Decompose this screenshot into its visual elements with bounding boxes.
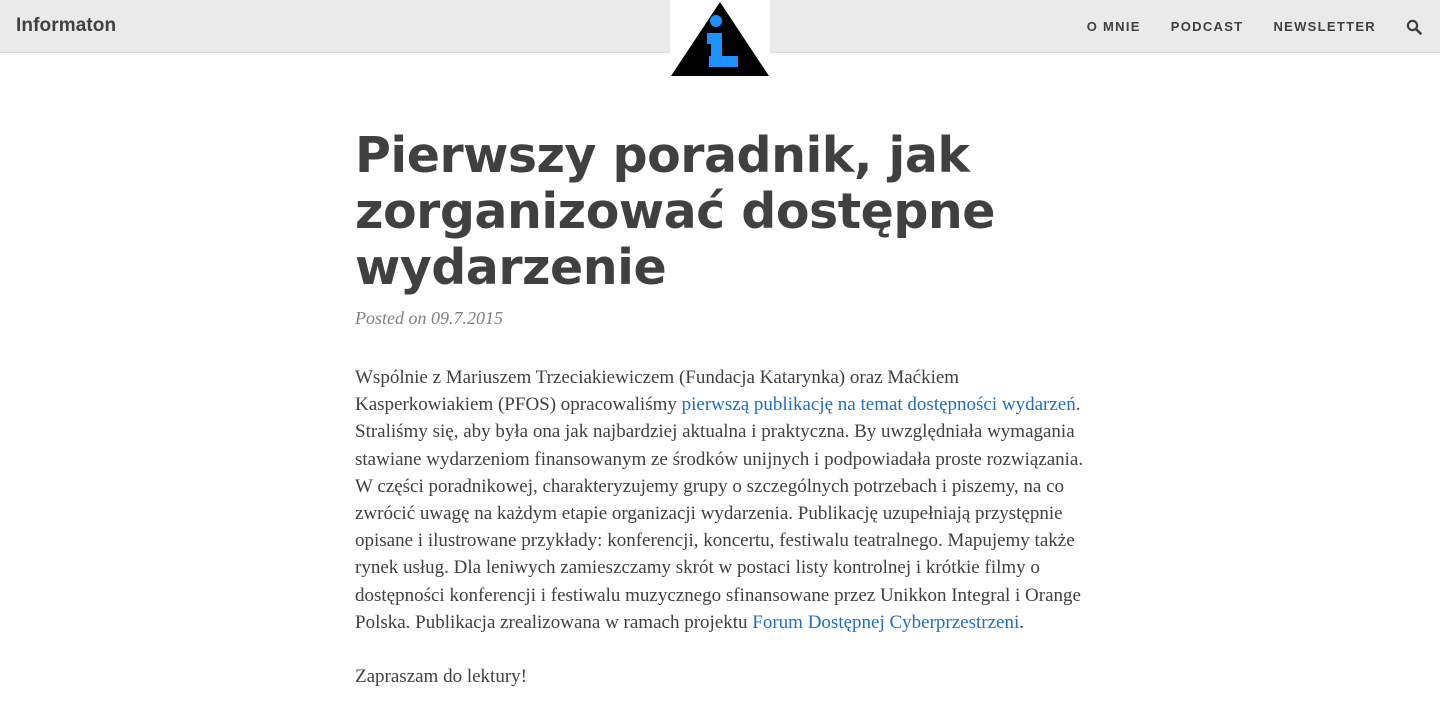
post-article: Pierwszy poradnik, jak zorganizować dost… — [355, 128, 1085, 717]
post-paragraph: Wspólnie z Mariuszem Trzeciakiewiczem (F… — [355, 364, 1085, 636]
post-body: Wspólnie z Mariuszem Trzeciakiewiczem (F… — [355, 364, 1085, 690]
publication-link[interactable]: pierwszą publikację na temat dostępności… — [682, 394, 1076, 415]
paragraph-text: . — [1019, 611, 1025, 633]
brand-link[interactable]: Informaton — [16, 15, 116, 37]
nav-link-o-mnie[interactable]: O MNIE — [1087, 19, 1141, 34]
site-logo[interactable] — [670, 0, 770, 78]
forum-link[interactable]: Forum Dostępnej Cyberprzestrzeni — [752, 612, 1019, 633]
post-title: Pierwszy poradnik, jak zorganizować dost… — [355, 127, 996, 296]
search-icon[interactable] — [1406, 19, 1422, 35]
post-date: Posted on 09.7.2015 — [355, 308, 503, 328]
nav-links: O MNIE PODCAST NEWSLETTER — [1087, 0, 1422, 53]
post-paragraph: Zapraszam do lektury! — [355, 666, 527, 688]
nav-link-podcast[interactable]: PODCAST — [1171, 19, 1244, 34]
info-triangle-logo — [671, 2, 769, 76]
nav-link-newsletter[interactable]: NEWSLETTER — [1273, 19, 1376, 34]
paragraph-text: . Straliśmy się, aby była ona jak najbar… — [355, 394, 1084, 633]
